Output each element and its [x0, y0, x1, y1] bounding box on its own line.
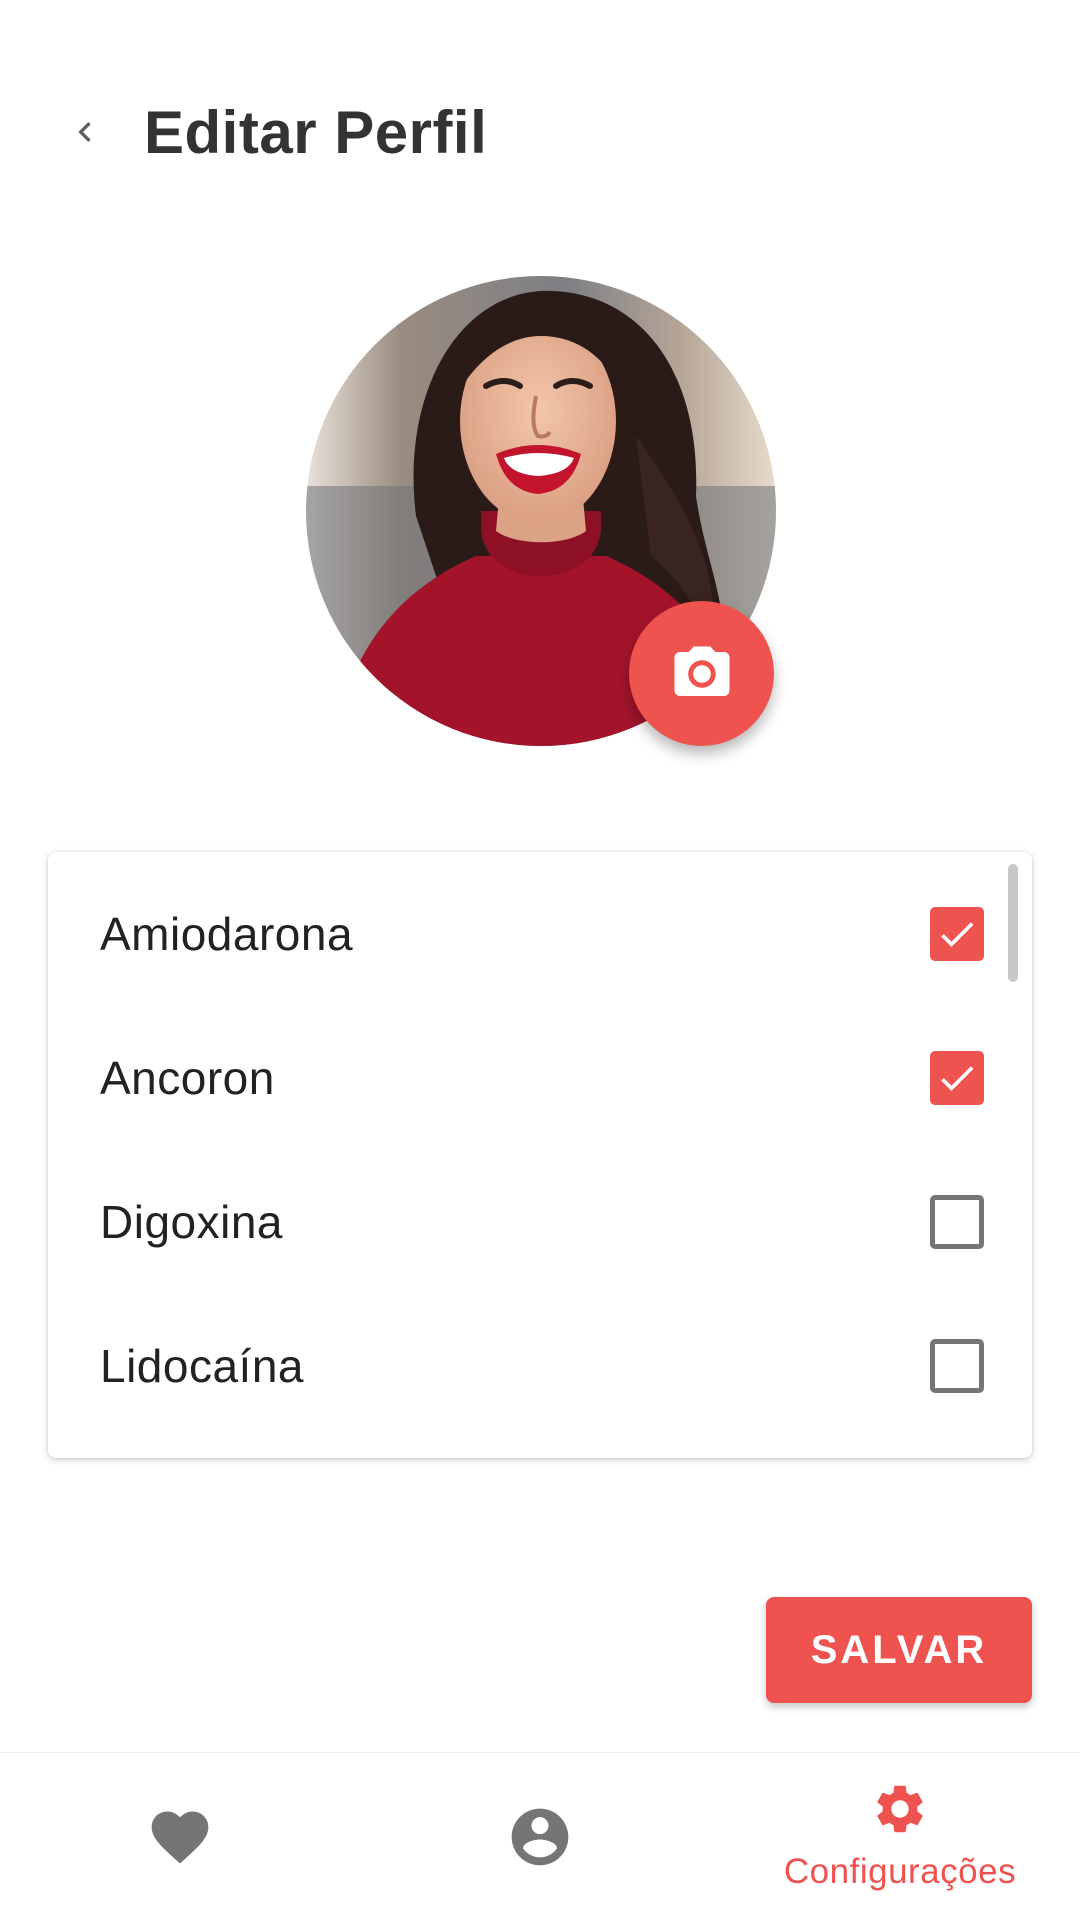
- avatar-section: [306, 276, 776, 746]
- heart-icon: [151, 1811, 209, 1864]
- check-icon: [941, 1066, 974, 1091]
- change-photo-button[interactable]: [629, 601, 774, 746]
- nav-item-profile[interactable]: [360, 1753, 720, 1920]
- gear-icon: [877, 1785, 923, 1833]
- back-button[interactable]: [55, 102, 115, 162]
- list-item-label: Lidocaína: [100, 1340, 304, 1392]
- nav-item-settings[interactable]: Configurações: [720, 1753, 1080, 1920]
- list-item-lidocaina[interactable]: Lidocaína: [48, 1294, 1032, 1438]
- nav-label-settings: Configurações: [783, 1852, 1017, 1891]
- chevron-left-icon: [78, 122, 91, 142]
- save-button[interactable]: SALVAR: [766, 1597, 1032, 1703]
- list-item-digoxina[interactable]: Digoxina: [48, 1150, 1032, 1294]
- camera-icon: [674, 646, 729, 696]
- checkbox-checked[interactable]: [930, 907, 984, 961]
- scrollbar[interactable]: [1008, 864, 1018, 982]
- edit-profile-screen: Editar Perfil Amiodarona Ancoron Digoxin…: [0, 0, 1080, 1920]
- bottom-navigation: Configurações: [0, 1752, 1080, 1920]
- list-item-amiodarona[interactable]: Amiodarona: [48, 862, 1032, 1006]
- app-header: Editar Perfil: [0, 80, 1080, 185]
- medication-list: Amiodarona Ancoron Digoxina Lidocaína: [48, 852, 1032, 1458]
- list-item-ancoron[interactable]: Ancoron: [48, 1006, 1032, 1150]
- list-item-label: Amiodarona: [100, 908, 354, 960]
- list-item-label: Digoxina: [100, 1196, 283, 1248]
- check-icon: [941, 922, 974, 947]
- checkbox-unchecked[interactable]: [930, 1339, 984, 1393]
- account-circle-icon: [511, 1808, 569, 1866]
- checkbox-unchecked[interactable]: [930, 1195, 984, 1249]
- checkbox-checked[interactable]: [930, 1051, 984, 1105]
- list-item-label: Ancoron: [100, 1052, 275, 1104]
- page-title: Editar Perfil: [144, 99, 488, 166]
- nav-item-favorites[interactable]: [0, 1753, 360, 1920]
